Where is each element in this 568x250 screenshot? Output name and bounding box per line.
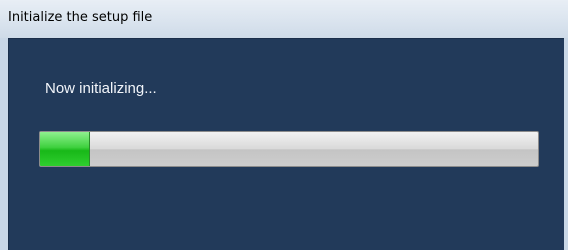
status-message: Now initializing... — [45, 80, 157, 97]
progress-bar — [39, 131, 539, 167]
setup-window: Initialize the setup file Now initializi… — [0, 0, 568, 250]
window-title: Initialize the setup file — [8, 10, 153, 25]
title-bar[interactable]: Initialize the setup file — [0, 0, 568, 38]
progress-bar-fill — [40, 132, 90, 166]
dialog-body: Now initializing... — [8, 38, 564, 250]
